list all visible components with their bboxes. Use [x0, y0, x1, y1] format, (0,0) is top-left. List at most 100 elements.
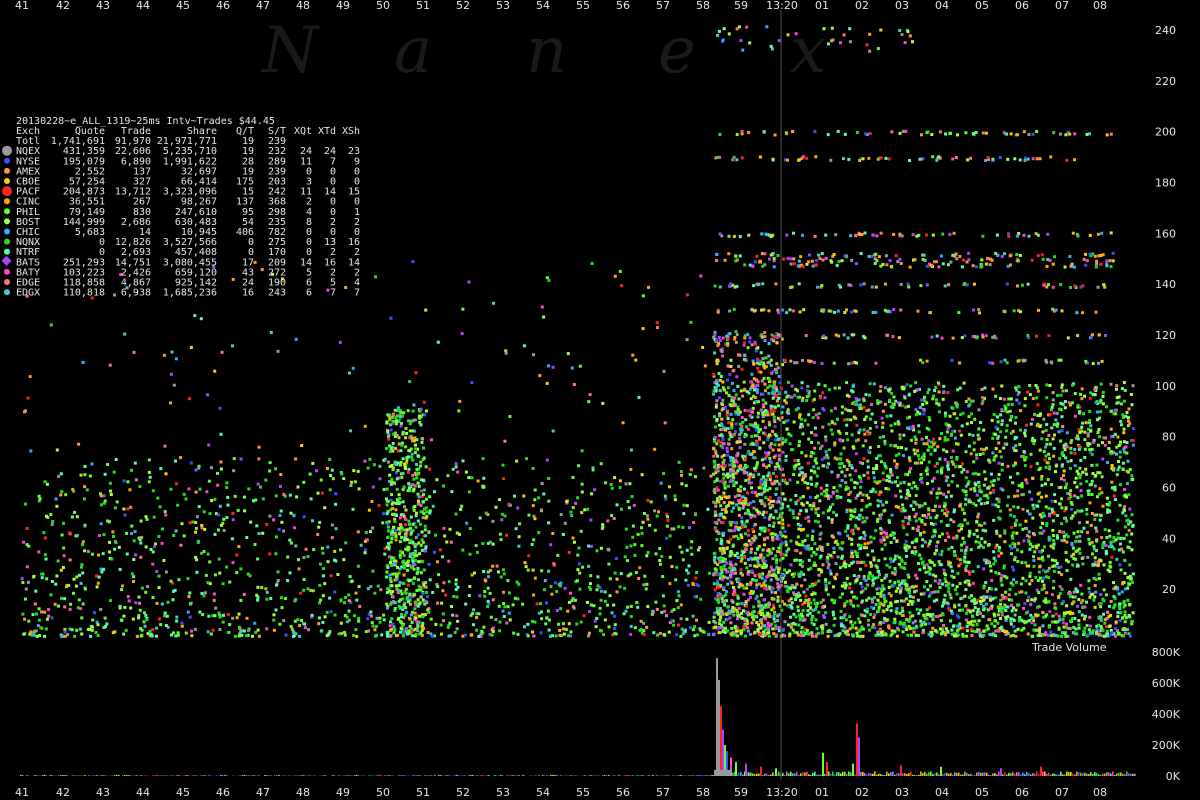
- trade-point: [1076, 530, 1080, 534]
- trade-point: [999, 397, 1002, 400]
- trade-point: [1102, 634, 1106, 638]
- trade-point: [821, 425, 825, 429]
- trade-point: [1033, 550, 1037, 554]
- trade-point: [21, 581, 25, 584]
- trade-point: [190, 634, 194, 638]
- trade-point: [817, 573, 821, 577]
- trade-point: [950, 480, 954, 484]
- trade-point: [732, 476, 736, 479]
- trade-point: [975, 622, 979, 626]
- trade-point: [397, 419, 401, 423]
- trade-point: [1045, 438, 1049, 441]
- trade-point: [436, 601, 440, 605]
- trade-point: [881, 503, 885, 507]
- trade-point: [811, 584, 815, 588]
- trade-point: [1084, 421, 1088, 425]
- trade-point: [389, 580, 393, 584]
- trade-point: [78, 627, 82, 631]
- trade-point: [120, 618, 124, 622]
- trade-point: [1063, 448, 1067, 452]
- trade-point: [722, 600, 726, 604]
- trade-point: [973, 606, 977, 610]
- trade-point: [947, 467, 950, 471]
- trade-point: [1060, 506, 1064, 510]
- trade-point: [1037, 605, 1041, 608]
- trade-point: [983, 470, 987, 474]
- trade-point: [908, 599, 912, 603]
- trade-point: [429, 632, 433, 636]
- trade-point: [176, 503, 180, 507]
- trade-point: [853, 481, 857, 484]
- trade-point: [599, 598, 603, 602]
- trade-point: [269, 597, 273, 600]
- trade-point: [784, 535, 788, 539]
- trade-point: [40, 626, 44, 630]
- trade-point: [531, 467, 535, 470]
- trade-point: [979, 447, 983, 451]
- trade-point: [203, 591, 207, 595]
- trade-point: [692, 521, 695, 524]
- trade-point: [1122, 537, 1126, 540]
- trade-point: [389, 446, 393, 450]
- trade-point: [189, 346, 193, 349]
- trade-point: [1008, 588, 1012, 591]
- trade-point: [122, 507, 126, 511]
- trade-point: [385, 503, 389, 507]
- trade-point: [1016, 472, 1020, 476]
- trade-point: [1086, 441, 1090, 445]
- trade-point: [578, 364, 582, 368]
- trade-point: [1012, 515, 1016, 519]
- trade-point: [374, 634, 377, 638]
- trade-point: [1018, 443, 1022, 446]
- trade-point: [399, 630, 402, 634]
- trade-point: [179, 456, 182, 460]
- trade-point: [1097, 428, 1101, 431]
- trade-point: [416, 566, 420, 570]
- trade-point: [452, 595, 456, 598]
- trade-point: [405, 431, 409, 435]
- trade-point: [901, 606, 904, 610]
- trade-point: [502, 602, 506, 605]
- trade-point: [394, 584, 398, 588]
- trade-point: [547, 499, 551, 503]
- trade-point: [800, 386, 804, 390]
- trade-point: [666, 518, 670, 522]
- trade-point: [641, 327, 645, 331]
- trade-point: [911, 614, 915, 618]
- trade-point: [1112, 494, 1116, 498]
- trade-point: [440, 601, 444, 605]
- trade-point: [37, 618, 41, 622]
- trade-point: [677, 525, 681, 529]
- trade-point: [1040, 483, 1044, 487]
- trade-point: [414, 371, 418, 375]
- trade-point: [882, 538, 886, 542]
- trade-point: [374, 275, 377, 279]
- trade-point: [809, 566, 813, 570]
- trade-point: [516, 597, 520, 601]
- trade-point: [1048, 465, 1052, 469]
- trade-point: [1020, 590, 1024, 594]
- trade-point: [296, 485, 300, 489]
- trade-point: [347, 599, 351, 603]
- trade-point: [961, 626, 965, 630]
- trade-point: [1056, 536, 1059, 540]
- trade-point: [386, 529, 390, 533]
- trade-point: [505, 621, 509, 625]
- trade-point: [864, 415, 868, 419]
- trade-point: [677, 594, 681, 598]
- trade-point: [889, 414, 893, 418]
- trade-point: [921, 403, 925, 406]
- trade-point: [970, 421, 974, 424]
- trade-point: [920, 622, 924, 626]
- trade-point: [932, 476, 936, 480]
- trade-point: [412, 418, 416, 422]
- trade-point: [476, 479, 480, 483]
- trade-point: [521, 602, 525, 606]
- trade-point: [1030, 497, 1034, 501]
- trade-point: [793, 393, 797, 397]
- trade-point: [233, 634, 237, 638]
- trade-point: [854, 469, 858, 473]
- trade-point: [501, 568, 505, 572]
- trade-point: [268, 469, 272, 473]
- trade-point: [411, 429, 415, 433]
